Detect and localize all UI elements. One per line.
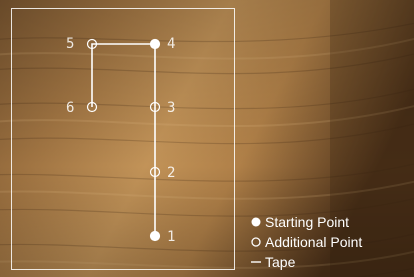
legend-additional-point-label: Additional Point [265,234,363,250]
legend-starting-point-label: Starting Point [265,214,350,230]
tape-line [91,43,156,236]
filled-circle-icon [251,217,261,227]
diagram-canvas: 1 2 3 4 5 6 Starting Point Additional Po… [0,0,414,277]
tape-line-icon [251,261,261,263]
legend-starting-point: Starting Point [250,214,362,230]
point-2-label: 2 [167,165,176,181]
point-3-label: 3 [167,100,176,116]
legend-tape-label: Tape [265,254,296,270]
hollow-circle-icon [251,237,261,247]
legend-tape: Tape [250,254,362,270]
point-5-label: 5 [66,36,75,52]
point-4-label: 4 [167,36,176,52]
legend: Starting Point Additional Point Tape [250,214,362,270]
point-1-marker [149,230,161,242]
point-1-label: 1 [167,229,176,245]
legend-additional-point: Additional Point [250,234,362,250]
point-6-label: 6 [66,100,75,116]
point-4-marker [149,38,161,50]
